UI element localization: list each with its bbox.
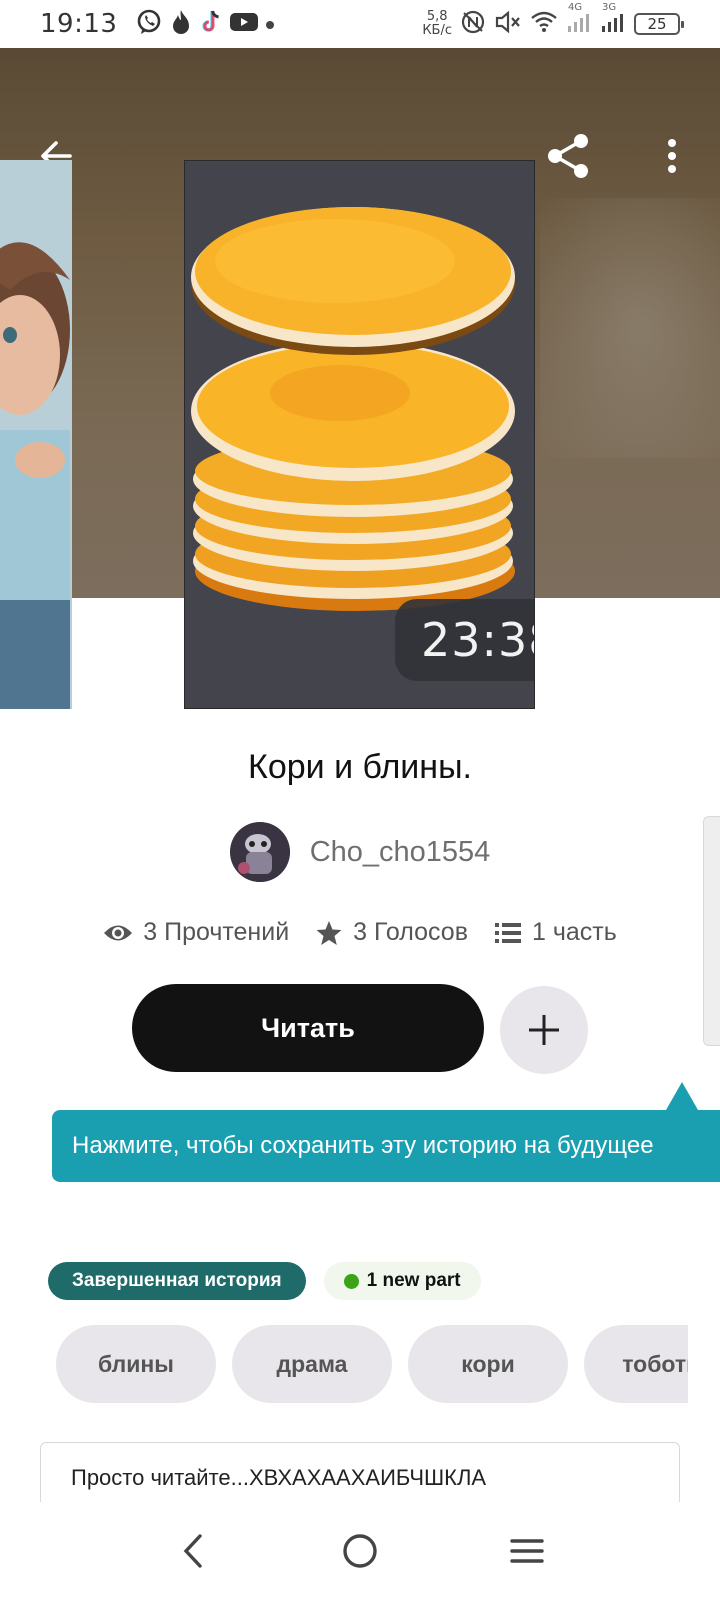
signal-4g-icon: 4G [566,2,592,38]
youtube-icon [229,10,259,38]
share-icon [548,134,588,178]
story-cover-image[interactable]: 23:38 [184,160,535,709]
list-icon [494,922,521,943]
completed-badge: Завершенная история [48,1262,306,1300]
new-part-badge: 1 new part [323,1262,481,1300]
star-icon [316,920,342,945]
new-dot-icon [343,1273,359,1289]
share-button[interactable] [538,126,598,186]
tag-chip[interactable]: тоботы [584,1325,688,1403]
tag-chip[interactable]: драма [232,1325,392,1403]
sound-off-icon [494,9,522,39]
story-stats: 3 Прочтений 3 Голосов 1 часть [0,918,720,947]
story-title: Кори и блины. [248,748,472,786]
nfc-off-icon [460,9,486,39]
read-button[interactable]: Читать [132,984,484,1072]
circle-home-icon [343,1534,377,1568]
network-speed: 5,8 КБ/с [422,9,452,38]
votes-stat: 3 Голосов [315,918,468,947]
tooltip-arrow [666,1082,698,1110]
side-panel-handle[interactable] [703,816,720,1046]
previous-story-cover[interactable] [0,160,72,709]
plus-icon [529,1015,559,1045]
save-story-tooltip[interactable]: Нажмите, чтобы сохранить эту историю на … [52,1110,720,1182]
author-row[interactable]: Cho_cho1554 [0,822,720,882]
hero-blur [540,198,720,458]
chevron-left-icon [184,1534,203,1568]
tag-chip[interactable]: блины [56,1325,216,1403]
more-vertical-icon [668,139,676,173]
nav-home-button[interactable] [325,1516,395,1586]
more-notifications-dot-icon [265,15,275,34]
tiktok-icon [199,8,223,40]
notification-icons [135,8,275,40]
tag-chip[interactable]: кори [408,1325,568,1403]
story-details-screen: 19:13 5,8 КБ/с 4G 3G 25 23:3 Кори и блин… [0,0,720,1600]
nav-menu-button[interactable] [492,1516,562,1586]
description-text: Просто читайте...ХВХАХААХАИБЧШКЛА [71,1465,487,1490]
add-to-library-button[interactable] [500,986,588,1074]
status-bar: 19:13 5,8 КБ/с 4G 3G 25 [0,0,720,48]
signal-3g-icon: 3G [600,2,626,38]
cover-timestamp: 23:38 [395,599,534,681]
eye-icon [104,925,133,940]
reads-stat: 3 Прочтений [103,918,289,947]
author-name[interactable]: Cho_cho1554 [310,836,491,869]
menu-icon [509,1539,544,1563]
system-indicators: 5,8 КБ/с 4G 3G 25 [422,2,684,39]
viber-icon [135,8,163,40]
parts-stat: 1 часть [494,918,617,947]
author-avatar[interactable] [229,822,290,882]
nav-back-button[interactable] [158,1516,228,1586]
status-badges: Завершенная история 1 new part [48,1262,481,1300]
tags-list: блины драма кори тоботы [56,1325,688,1403]
status-time: 19:13 [40,9,118,39]
more-options-button[interactable] [642,126,702,186]
system-navigation-bar [0,1502,720,1600]
flame-icon [169,8,193,40]
battery-indicator: 25 [634,13,684,35]
wifi-icon [530,10,558,38]
